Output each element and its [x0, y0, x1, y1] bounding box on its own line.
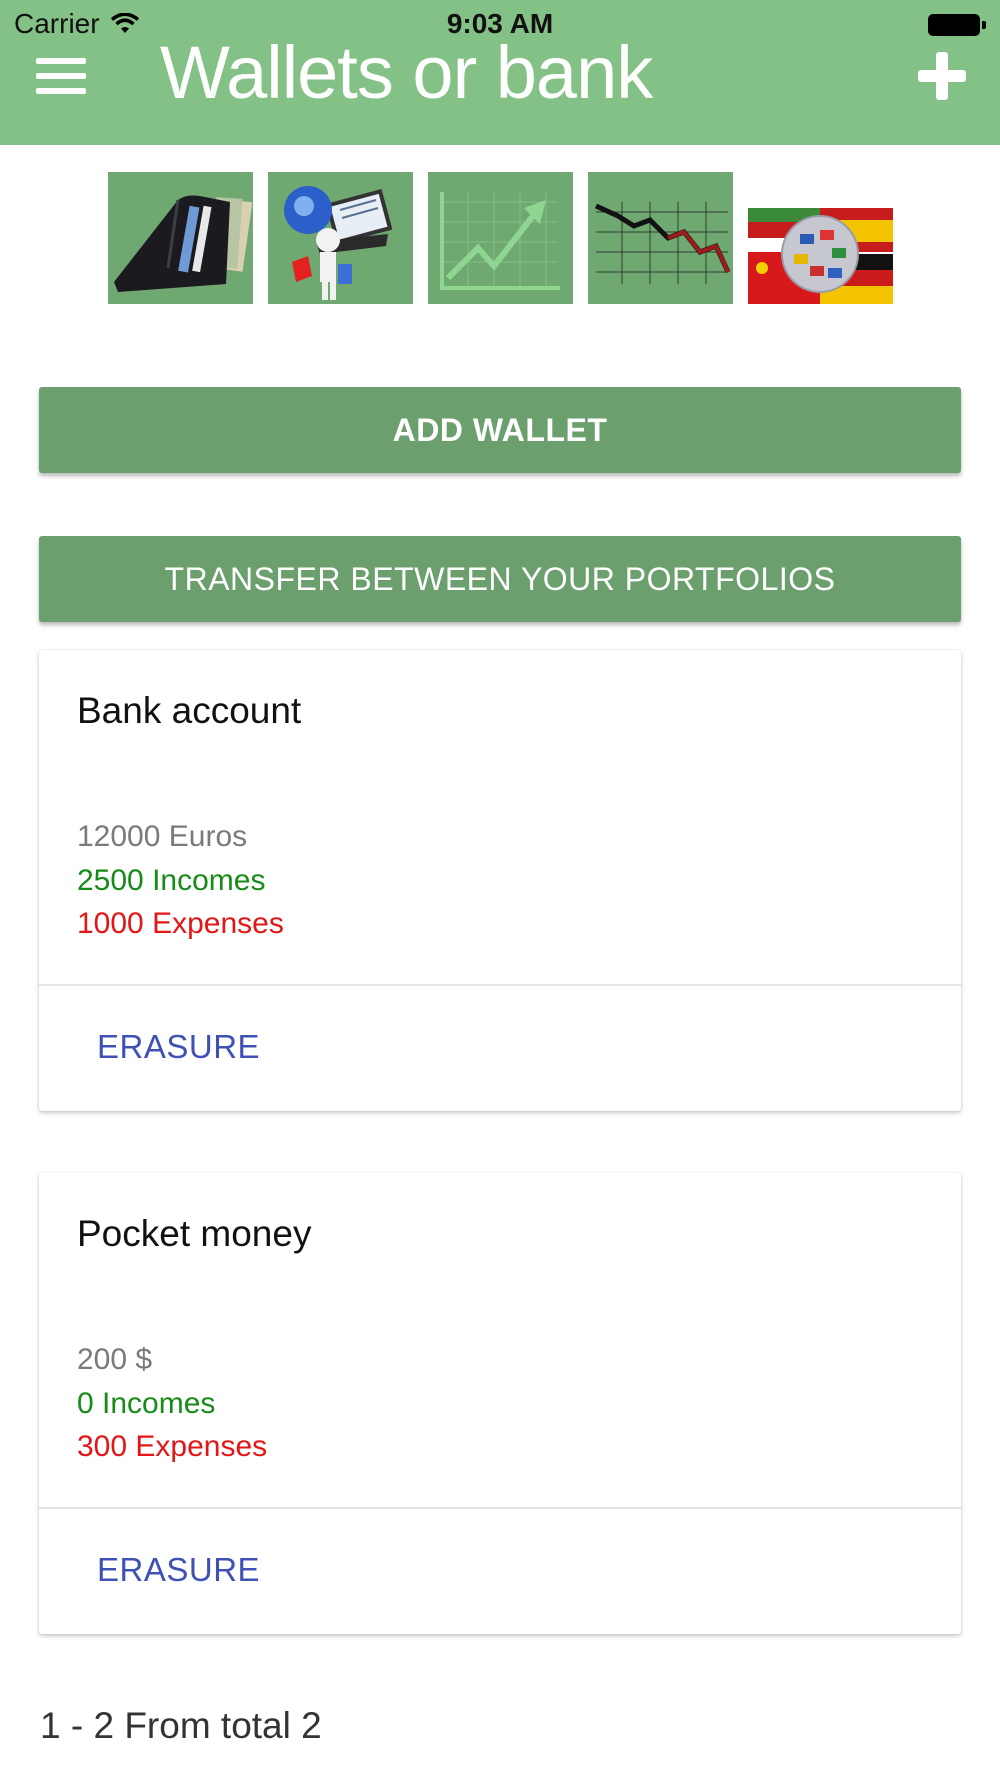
page-title: Wallets or bank — [160, 31, 653, 114]
decline-chart-icon[interactable] — [588, 172, 733, 304]
wallet-card: Bank account 12000 Euros 2500 Incomes 10… — [39, 650, 961, 1111]
wallet-incomes: 0 Incomes — [77, 1387, 216, 1420]
wallet-amount: 12000 Euros — [77, 820, 248, 853]
wallet-name: Pocket money — [77, 1213, 312, 1254]
wallet-expenses: 1000 Expenses — [77, 907, 284, 940]
card-divider — [39, 984, 961, 986]
category-icons — [108, 172, 893, 304]
plus-icon[interactable] — [918, 52, 966, 100]
battery-icon — [928, 14, 986, 36]
erasure-button[interactable]: ERASURE — [97, 1551, 260, 1589]
wallet-incomes: 2500 Incomes — [77, 864, 266, 897]
wallet-icon[interactable] — [108, 172, 253, 304]
transfer-button[interactable]: TRANSFER BETWEEN YOUR PORTFOLIOS — [39, 536, 961, 622]
pagination-info: 1 - 2 From total 2 — [40, 1705, 322, 1746]
currency-flags-icon[interactable] — [748, 172, 893, 304]
app-header: Carrier 9:03 AM Wallets or bank — [0, 0, 1000, 145]
hamburger-menu-icon[interactable] — [36, 58, 86, 98]
wallet-amount: 200 $ — [77, 1343, 153, 1376]
add-wallet-button[interactable]: ADD WALLET — [39, 387, 961, 473]
wallet-name: Bank account — [77, 690, 302, 731]
erasure-button[interactable]: ERASURE — [97, 1028, 260, 1066]
shopping-globe-icon[interactable] — [268, 172, 413, 304]
card-divider — [39, 1507, 961, 1509]
wallet-expenses: 300 Expenses — [77, 1430, 268, 1463]
wallet-card: Pocket money 200 $ 0 Incomes 300 Expense… — [39, 1173, 961, 1634]
growth-chart-icon[interactable] — [428, 172, 573, 304]
